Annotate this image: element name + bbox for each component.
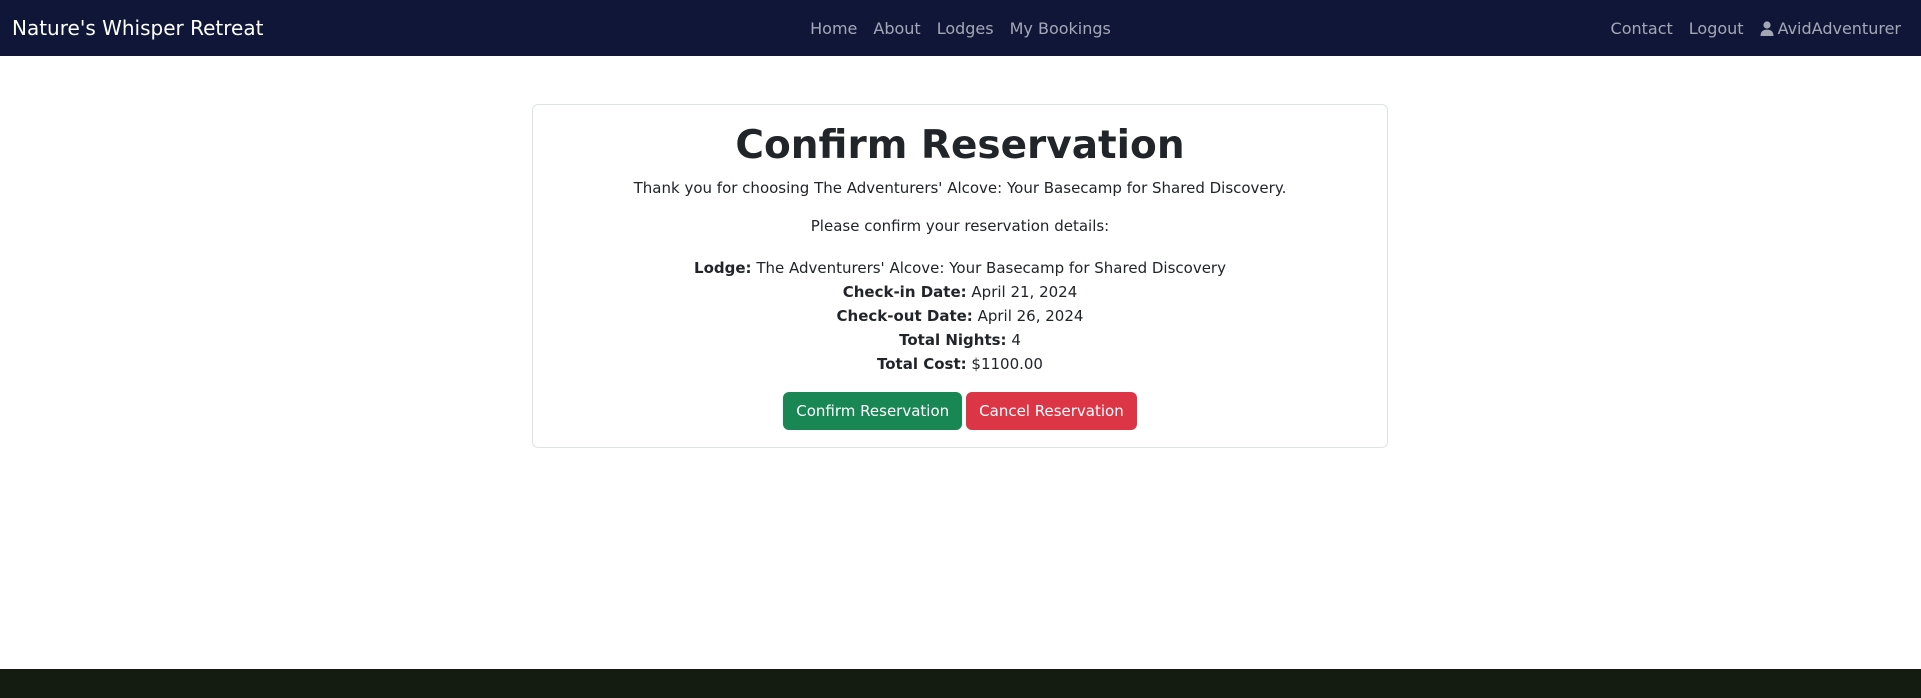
detail-value: The Adventurers' Alcove: Your Basecamp f…	[756, 258, 1226, 277]
nav-logout[interactable]: Logout	[1681, 19, 1752, 38]
detail-check-in: Check-in Date: April 21, 2024	[533, 280, 1387, 304]
detail-label: Total Nights:	[899, 330, 1007, 349]
page-title: Confirm Reservation	[735, 123, 1185, 168]
detail-value: April 26, 2024	[977, 306, 1084, 325]
confirm-reservation-button[interactable]: Confirm Reservation	[783, 391, 963, 430]
thanks-message: Thank you for choosing The Adventurers' …	[633, 178, 1287, 197]
nav-lodges[interactable]: Lodges	[929, 19, 1002, 38]
detail-label: Check-in Date:	[842, 282, 967, 301]
detail-total-cost: Total Cost: $1100.00	[533, 352, 1387, 376]
detail-lodge: Lodge: The Adventurers' Alcove: Your Bas…	[533, 256, 1387, 280]
user-icon	[1760, 20, 1774, 36]
nav-contact[interactable]: Contact	[1603, 19, 1681, 38]
top-navbar: Nature's Whisper Retreat Home About Lodg…	[0, 0, 1921, 56]
detail-total-nights: Total Nights: 4	[533, 328, 1387, 352]
reservation-card: Confirm Reservation Thank you for choosi…	[532, 104, 1388, 448]
nav-about[interactable]: About	[865, 19, 928, 38]
nav-my-bookings[interactable]: My Bookings	[1002, 19, 1119, 38]
nav-user-profile[interactable]: AvidAdventurer	[1752, 19, 1909, 38]
user-name: AvidAdventurer	[1777, 18, 1901, 38]
detail-check-out: Check-out Date: April 26, 2024	[533, 304, 1387, 328]
detail-label: Total Cost:	[877, 354, 967, 373]
detail-value: 4	[1011, 330, 1021, 349]
detail-label: Check-out Date:	[836, 306, 973, 325]
page-footer	[0, 669, 1921, 698]
reservation-details: Lodge: The Adventurers' Alcove: Your Bas…	[533, 256, 1387, 376]
detail-label: Lodge:	[694, 258, 752, 277]
confirm-prompt: Please confirm your reservation details:	[810, 216, 1110, 235]
detail-value: $1100.00	[971, 354, 1043, 373]
action-buttons: Confirm Reservation Cancel Reservation	[533, 391, 1387, 430]
detail-value: April 21, 2024	[971, 282, 1078, 301]
user-nav: Contact Logout AvidAdventurer	[1603, 0, 1909, 56]
nav-home[interactable]: Home	[802, 19, 865, 38]
brand-link[interactable]: Nature's Whisper Retreat	[12, 0, 263, 56]
cancel-reservation-button[interactable]: Cancel Reservation	[966, 391, 1137, 430]
